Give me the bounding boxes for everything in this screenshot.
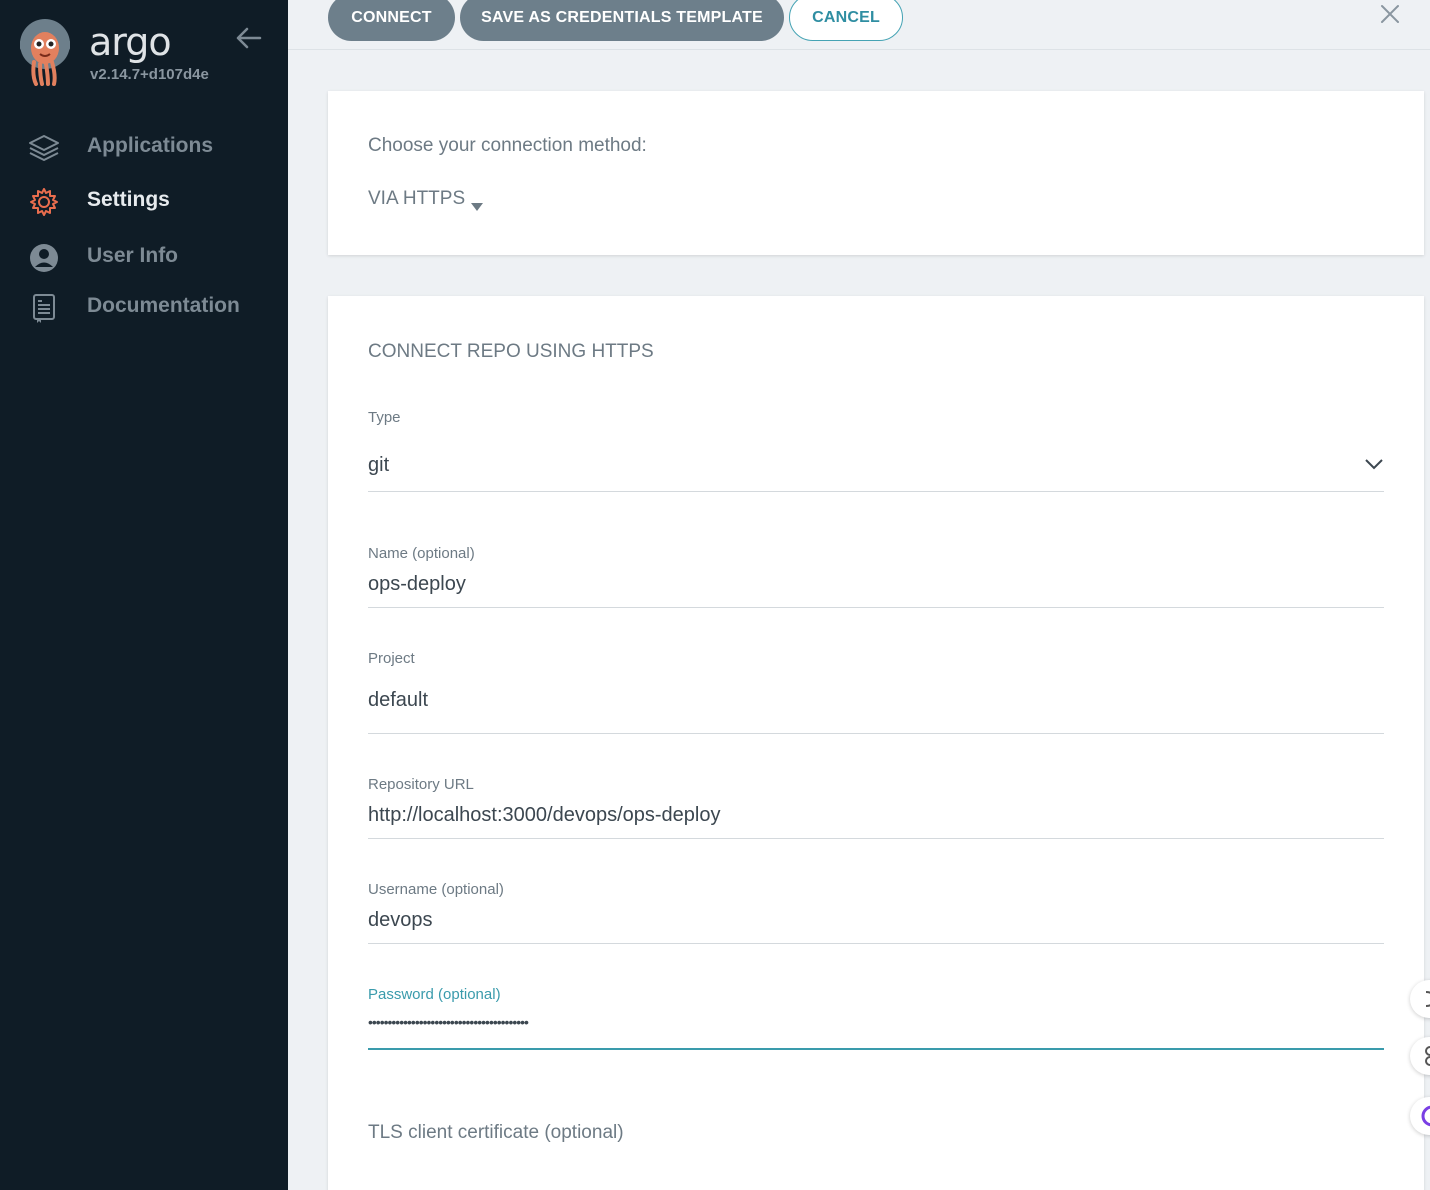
tls-client-certificate-title: TLS client certificate (optional)	[368, 1122, 624, 1143]
username-value: devops	[368, 909, 433, 931]
sidebar-item-label: User Info	[87, 244, 179, 267]
sidebar-item-label: Documentation	[87, 294, 240, 317]
password-underline	[368, 1048, 1384, 1050]
password-value: ••••••••••••••••••••••••••••••••••••••••…	[368, 1014, 529, 1030]
caret-down-icon	[471, 195, 484, 211]
version-label: v2.14.7+d107d4e	[90, 66, 209, 83]
collapse-sidebar-icon[interactable]	[234, 24, 262, 52]
argo-logo-icon	[18, 18, 74, 86]
connect-button[interactable]: CONNECT	[328, 0, 455, 41]
name-underline	[368, 607, 1384, 608]
brand-name: argo	[89, 20, 172, 64]
gear-icon	[28, 186, 60, 218]
type-label: Type	[368, 409, 401, 426]
repo-form-card: CONNECT REPO USING HTTPS Type git Name (…	[328, 296, 1424, 1190]
cancel-button[interactable]: CANCEL	[789, 0, 903, 41]
connection-method-prompt: Choose your connection method:	[368, 135, 647, 156]
sidebar-item-documentation[interactable]: Documentation	[0, 282, 288, 330]
floating-tool-button[interactable]	[1410, 980, 1430, 1018]
user-icon	[28, 242, 60, 274]
sidebar-item-settings[interactable]: Settings	[0, 176, 288, 224]
connection-method-value: VIA HTTPS	[368, 188, 466, 209]
close-icon[interactable]	[1378, 2, 1402, 26]
connection-method-dropdown[interactable]: VIA HTTPS	[368, 188, 484, 211]
floating-assistant-button[interactable]	[1410, 1097, 1430, 1135]
toolbar: CONNECT SAVE AS CREDENTIALS TEMPLATE CAN…	[288, 0, 1430, 50]
layers-icon	[28, 132, 60, 164]
type-underline	[368, 491, 1384, 492]
project-select[interactable]: Project default	[368, 650, 1384, 736]
name-label: Name (optional)	[368, 545, 475, 562]
type-select[interactable]: Type git	[368, 409, 1384, 493]
password-label: Password (optional)	[368, 986, 501, 1003]
sidebar-item-label: Applications	[87, 134, 214, 157]
project-value: default	[368, 689, 429, 711]
chevron-down-icon	[1364, 457, 1384, 470]
username-label: Username (optional)	[368, 881, 504, 898]
floating-tool-button[interactable]	[1410, 1037, 1430, 1075]
sidebar: argo v2.14.7+d107d4e Applications Settin…	[0, 0, 288, 1190]
sidebar-item-label: Settings	[87, 188, 170, 211]
save-as-credentials-template-button[interactable]: SAVE AS CREDENTIALS TEMPLATE	[460, 0, 784, 41]
project-underline	[368, 733, 1384, 734]
repository-url-field[interactable]: Repository URL http://localhost:3000/dev…	[368, 776, 1384, 840]
form-title: CONNECT REPO USING HTTPS	[368, 341, 654, 362]
sidebar-item-applications[interactable]: Applications	[0, 122, 288, 170]
password-field[interactable]: Password (optional) ••••••••••••••••••••…	[368, 986, 1384, 1050]
name-field[interactable]: Name (optional) ops-deploy	[368, 545, 1384, 609]
type-value: git	[368, 454, 390, 476]
name-value: ops-deploy	[368, 573, 466, 595]
username-underline	[368, 943, 1384, 944]
username-field[interactable]: Username (optional) devops	[368, 881, 1384, 945]
sidebar-item-user-info[interactable]: User Info	[0, 232, 288, 280]
book-icon	[28, 292, 60, 324]
repository-url-value: http://localhost:3000/devops/ops-deploy	[368, 804, 721, 826]
repository-url-underline	[368, 838, 1384, 839]
repository-url-label: Repository URL	[368, 776, 474, 793]
connection-method-card: Choose your connection method: VIA HTTPS	[328, 91, 1424, 255]
project-label: Project	[368, 650, 415, 667]
